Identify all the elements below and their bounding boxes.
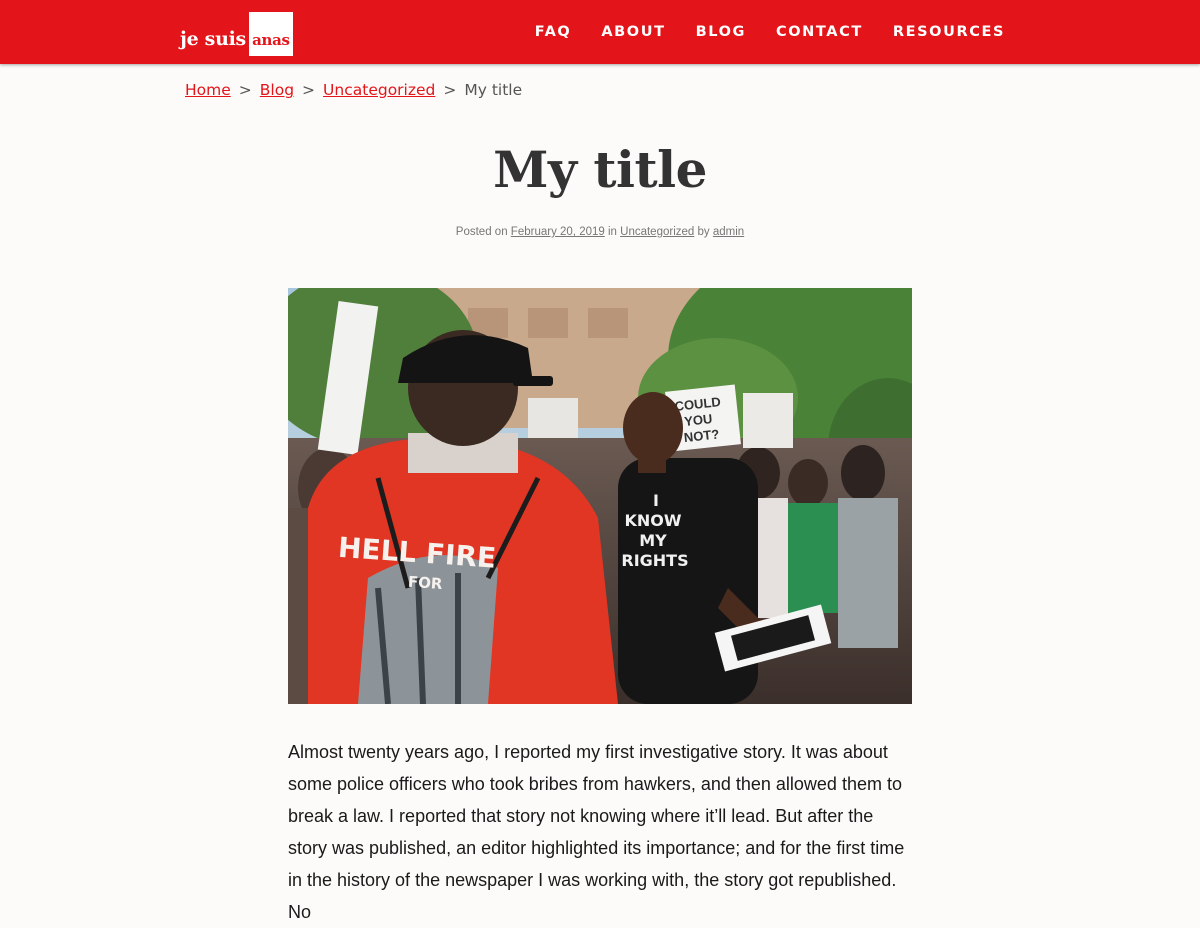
logo-box: anas — [248, 12, 293, 56]
nav-item-contact[interactable]: CONTACT — [776, 24, 863, 40]
breadcrumb-home-link[interactable]: Home — [185, 81, 231, 99]
nav-item-faq[interactable]: FAQ — [535, 24, 572, 40]
meta-author-link[interactable]: admin — [713, 226, 744, 238]
jacket-text-line: FOR — [407, 573, 443, 593]
post-title: My title — [493, 140, 707, 199]
breadcrumb-current: My title — [464, 81, 523, 99]
breadcrumb: Home > Blog > Uncategorized > My title — [185, 81, 522, 99]
site-logo[interactable]: je suis anas — [180, 12, 293, 56]
breadcrumb-separator: > — [238, 81, 252, 99]
breadcrumb-blog-link[interactable]: Blog — [260, 81, 294, 99]
shirt-text-line: RIGHTS — [621, 551, 688, 570]
shirt-text-line: MY — [639, 531, 667, 550]
logo-box-text: anas — [252, 31, 290, 49]
breadcrumb-separator: > — [443, 81, 457, 99]
shirt-text-line: I — [653, 491, 659, 510]
meta-by-label: by — [697, 226, 710, 238]
featured-image: COULD YOU NOT? I KNOW MY RIGHTS HELL FIR… — [288, 288, 912, 704]
site-header: je suis anas FAQ ABOUT BLOG CONTACT RESO… — [0, 0, 1200, 64]
meta-category-link[interactable]: Uncategorized — [620, 226, 694, 238]
meta-in-label: in — [607, 226, 617, 238]
nav-item-blog[interactable]: BLOG — [696, 24, 746, 40]
meta-posted-on-label: Posted on — [455, 226, 508, 238]
main-nav: FAQ ABOUT BLOG CONTACT RESOURCES — [535, 0, 1005, 64]
sign-text-line: YOU — [683, 411, 713, 429]
post-meta: Posted on February 20, 2019 in Uncategor… — [0, 226, 1200, 238]
shirt-text-line: KNOW — [624, 511, 681, 530]
nav-item-resources[interactable]: RESOURCES — [893, 24, 1005, 40]
nav-item-about[interactable]: ABOUT — [601, 24, 665, 40]
breadcrumb-separator: > — [302, 81, 316, 99]
meta-date-link[interactable]: February 20, 2019 — [511, 226, 605, 238]
breadcrumb-category-link[interactable]: Uncategorized — [323, 81, 435, 99]
post-body-paragraph: Almost twenty years ago, I reported my f… — [288, 742, 905, 922]
logo-prefix-text: je suis — [180, 28, 246, 50]
